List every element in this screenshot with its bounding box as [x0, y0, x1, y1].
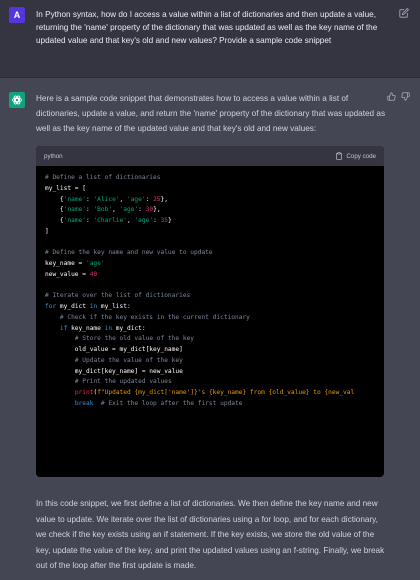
code-token: 'name'	[63, 195, 86, 203]
code-token: {	[45, 206, 64, 214]
code-line: # Print the updated values	[45, 377, 384, 388]
code-token: :	[153, 217, 161, 224]
code-token: 'Alice'	[93, 195, 120, 203]
code-line: # Define a list of dictionaries	[45, 173, 384, 184]
code-line: new_value = 40	[45, 270, 384, 281]
code-token: new_value =	[45, 270, 90, 278]
user-message: A In Python syntax, how do I access a va…	[0, 0, 420, 78]
code-token: 35	[160, 217, 168, 224]
code-token: key_name	[67, 324, 105, 332]
code-token: my_list:	[97, 303, 131, 310]
code-line: my_dict[key_name] = new_value	[45, 367, 384, 378]
user-message-text: In Python syntax, how do I access a valu…	[36, 10, 378, 46]
code-token: # Check if the key exists in the current…	[59, 313, 250, 321]
code-line: # Iterate over the list of dictionaries	[45, 291, 384, 302]
copy-code-label: Copy code	[346, 152, 376, 160]
code-line: ]	[45, 227, 384, 238]
code-line: print(f"Updated {my_dict['name']}'s {key…	[45, 388, 384, 399]
thumbs-up-icon[interactable]	[387, 92, 396, 101]
code-token: 'Charlie'	[93, 217, 127, 224]
assistant-avatar	[9, 92, 25, 108]
user-avatar: A	[9, 7, 25, 23]
code-token: :	[145, 195, 154, 203]
code-token: # Store the old value of the key	[74, 335, 195, 343]
code-token: }	[167, 217, 172, 224]
code-token: old_value = my_dict[key_name]	[45, 346, 183, 353]
code-line: my_list = [	[45, 184, 384, 195]
code-token: 'age'	[119, 206, 139, 214]
code-token: # Exit the loop after the first update	[100, 399, 243, 407]
code-line: # Update the value of the key	[45, 356, 384, 367]
code-token: {	[45, 217, 64, 224]
code-token: 'age'	[126, 195, 146, 203]
code-token: key_name =	[45, 260, 86, 267]
code-line: break # Exit the loop after the first up…	[45, 399, 384, 410]
code-line: old_value = my_dict[key_name]	[45, 345, 384, 356]
code-token: 25	[153, 195, 161, 203]
code-line: {'name': 'Alice', 'age': 25},	[45, 195, 384, 206]
copy-code-button[interactable]: Copy code	[335, 152, 376, 160]
code-token: # Iterate over the list of dictionaries	[45, 292, 191, 300]
code-token: # Define the key name and new value to u…	[45, 249, 213, 257]
code-token: my_dict:	[112, 324, 146, 332]
code-token: 'age'	[85, 260, 105, 267]
code-token: 40	[89, 270, 98, 278]
code-token: },	[153, 206, 161, 214]
code-token: for	[45, 303, 57, 310]
edit-icon[interactable]	[399, 8, 409, 18]
clipboard-icon	[336, 152, 343, 160]
code-token: 'name'	[63, 206, 86, 214]
code-line: for my_dict in my_list:	[45, 302, 384, 313]
code-token: 'age'	[134, 217, 154, 224]
code-token: # Define a list of dictionaries	[45, 174, 161, 181]
openai-logo-icon	[12, 95, 22, 105]
code-line: key_name = 'age'	[45, 259, 384, 270]
code-token: my_list = [	[45, 184, 86, 192]
code-token: {	[45, 195, 64, 203]
code-token: ,	[119, 195, 127, 203]
code-token: my_dict[key_name] = new_value	[45, 367, 183, 375]
assistant-summary-text: In this code snippet, we first define a …	[36, 499, 385, 571]
feedback-buttons	[387, 92, 410, 101]
assistant-intro-text: Here is a sample code snippet that demon…	[36, 94, 386, 133]
code-token: :	[138, 206, 146, 214]
thumbs-down-icon[interactable]	[401, 92, 410, 101]
code-line: {'name': 'Charlie', 'age': 35}	[45, 216, 384, 227]
code-line: # Check if the key exists in the current…	[45, 313, 384, 324]
code-token: ]	[45, 227, 49, 235]
assistant-message: Here is a sample code snippet that demon…	[0, 78, 420, 580]
code-token: 'Bob'	[93, 206, 113, 214]
code-line: # Store the old value of the key	[45, 334, 384, 345]
code-token: # Update the value of the key	[74, 356, 183, 364]
code-token: ,	[112, 206, 120, 214]
code-token: in	[104, 324, 113, 332]
code-token: break	[74, 399, 94, 407]
code-token: 30	[145, 206, 154, 214]
code-language-label: python	[44, 152, 63, 160]
code-content: # Define a list of dictionaries my_list =…	[36, 166, 384, 410]
code-token: f"Updated {my_dict['name']}'s {key_name}…	[97, 389, 355, 396]
code-token: my_dict	[56, 303, 90, 310]
code-block: python Copy code # Define a list of dict…	[36, 146, 384, 477]
code-token: 'name'	[63, 217, 86, 224]
code-line: # Define the key name and new value to u…	[45, 248, 384, 259]
code-line: {'name': 'Bob', 'age': 30},	[45, 205, 384, 216]
code-line: if key_name in my_dict:	[45, 324, 384, 335]
code-token: },	[160, 195, 168, 203]
code-token: # Print the updated values	[74, 378, 172, 386]
code-token: print	[74, 389, 94, 396]
code-header: python Copy code	[36, 146, 384, 166]
